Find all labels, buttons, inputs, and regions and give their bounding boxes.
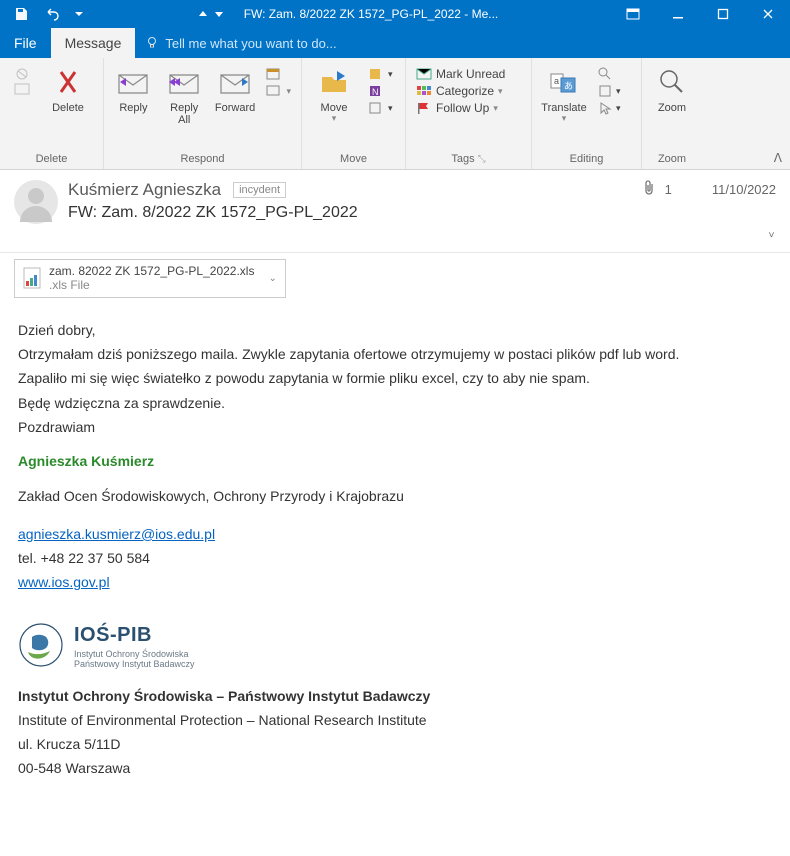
window-title-text: FW: Zam. 8/2022 ZK 1572_PG-PL_2022 - Me.… (244, 7, 499, 21)
find-button[interactable] (594, 66, 625, 82)
reply-dropdown-icon[interactable]: ⱽ (767, 228, 776, 246)
signature-phone: tel. +48 22 37 50 584 (18, 548, 772, 568)
message-subject: FW: Zam. 8/2022 ZK 1572_PG-PL_2022 (68, 204, 633, 222)
window-buttons (610, 0, 790, 28)
categorize-button[interactable]: Categorize▾ (412, 83, 509, 99)
ios-pib-logo-icon (18, 622, 64, 668)
signature-web-link[interactable]: www.ios.gov.pl (18, 574, 110, 590)
close-button[interactable] (745, 0, 790, 28)
title-bar: FW: Zam. 8/2022 ZK 1572_PG-PL_2022 - Me.… (0, 0, 790, 28)
delete-button[interactable]: Delete (42, 62, 94, 116)
tab-message[interactable]: Message (51, 28, 136, 58)
maximize-button[interactable] (700, 0, 745, 28)
svg-text:a: a (554, 76, 559, 86)
body-greeting: Dzień dobry, (18, 320, 772, 340)
collapse-ribbon-icon[interactable]: ᐱ (774, 151, 782, 165)
undo-button[interactable] (40, 2, 66, 26)
group-zoom-label: Zoom (648, 153, 696, 167)
signature-name: Agnieszka Kuśmierz (18, 451, 772, 471)
group-move-label: Move (308, 153, 399, 167)
attachment-chevron-icon[interactable]: ⌄ (262, 273, 276, 284)
attachment-count: 1 (665, 182, 672, 197)
logo-sub2: Państwowy Instytut Badawczy (74, 660, 195, 670)
logo-title: IOŚ-PIB (74, 621, 195, 650)
sender-avatar (14, 180, 58, 224)
body-p1: Otrzymałam dziś poniższego maila. Zwykle… (18, 344, 772, 364)
message-date: 11/10/2022 (712, 182, 776, 197)
zoom-button[interactable]: Zoom (648, 62, 696, 116)
reply-button[interactable]: Reply (110, 62, 157, 116)
signature-email-link[interactable]: agnieszka.kusmierz@ios.edu.pl (18, 526, 215, 542)
group-tags-label: Tags ⤡ (412, 153, 525, 167)
inst-line4: 00-548 Warszawa (18, 758, 772, 778)
lightbulb-icon (145, 36, 159, 50)
ribbon: Delete Delete Reply Reply All Forward ▾ (0, 58, 790, 170)
signature-logo: IOŚ-PIB Instytut Ochrony Środowiska Pańs… (18, 621, 772, 670)
attachment-row: zam. 82022 ZK 1572_PG-PL_2022.xls .xls F… (0, 253, 790, 304)
body-p3: Będę wdzięczna za sprawdzenie. (18, 393, 772, 413)
group-respond-label: Respond (110, 153, 295, 167)
window-title: FW: Zam. 8/2022 ZK 1572_PG-PL_2022 - Me.… (86, 7, 610, 21)
body-p2: Zapaliło mi się więc światełko z powodu … (18, 368, 772, 388)
rules-button[interactable]: ▾ (364, 66, 397, 82)
body-p4: Pozdrawiam (18, 417, 772, 437)
select-button[interactable]: ▾ (594, 100, 625, 116)
message-body-area: Dzień dobry, Otrzymałam dziś poniższego … (0, 304, 790, 856)
message-header: Kuśmierz Agnieszka incydent FW: Zam. 8/2… (0, 170, 790, 253)
xls-file-icon (23, 267, 41, 289)
down-icon (214, 9, 224, 19)
inst-line1: Instytut Ochrony Środowiska – Państwowy … (18, 686, 772, 706)
more-respond-button[interactable]: ▾ (262, 83, 295, 99)
attachment-name: zam. 82022 ZK 1572_PG-PL_2022.xls (49, 264, 254, 278)
move-button[interactable]: Move ▾ (308, 62, 360, 126)
save-button[interactable] (8, 2, 34, 26)
up-icon (198, 9, 208, 19)
forward-button[interactable]: Forward (212, 62, 259, 116)
quick-access-toolbar (0, 2, 86, 26)
ignore-junk-button[interactable] (6, 62, 38, 104)
qat-dropdown-icon[interactable] (72, 2, 86, 26)
reply-all-button[interactable]: Reply All (161, 62, 208, 128)
svg-text:あ: あ (564, 81, 573, 91)
minimize-button[interactable] (655, 0, 700, 28)
group-editing-label: Editing (538, 153, 635, 167)
attachment-type: .xls File (49, 278, 254, 292)
mark-unread-button[interactable]: Mark Unread (412, 66, 509, 82)
tell-me-search[interactable]: Tell me what you want to do... (135, 28, 790, 58)
group-delete-label: Delete (6, 153, 97, 167)
message-body-scroll[interactable]: Dzień dobry, Otrzymałam dziś poniższego … (0, 304, 790, 856)
follow-up-button[interactable]: Follow Up▾ (412, 100, 509, 116)
onenote-button[interactable]: N (364, 83, 397, 99)
ribbon-display-button[interactable] (610, 0, 655, 28)
sender-name: Kuśmierz Agnieszka (68, 180, 221, 200)
translate-button[interactable]: aあ Translate ▾ (538, 62, 590, 126)
ribbon-tabs: File Message Tell me what you want to do… (0, 28, 790, 58)
attachment-item[interactable]: zam. 82022 ZK 1572_PG-PL_2022.xls .xls F… (14, 259, 286, 298)
inst-line3: ul. Krucza 5/11D (18, 734, 772, 754)
actions-button[interactable]: ▾ (364, 100, 397, 116)
svg-text:N: N (372, 87, 379, 97)
meeting-button[interactable] (262, 66, 295, 82)
signature-dept: Zakład Ocen Środowiskowych, Ochrony Przy… (18, 486, 772, 506)
attachment-icon (643, 180, 655, 199)
related-button[interactable]: ▾ (594, 83, 625, 99)
inst-line2: Institute of Environmental Protection – … (18, 710, 772, 730)
sender-tag: incydent (233, 182, 286, 198)
tab-file[interactable]: File (0, 28, 51, 58)
